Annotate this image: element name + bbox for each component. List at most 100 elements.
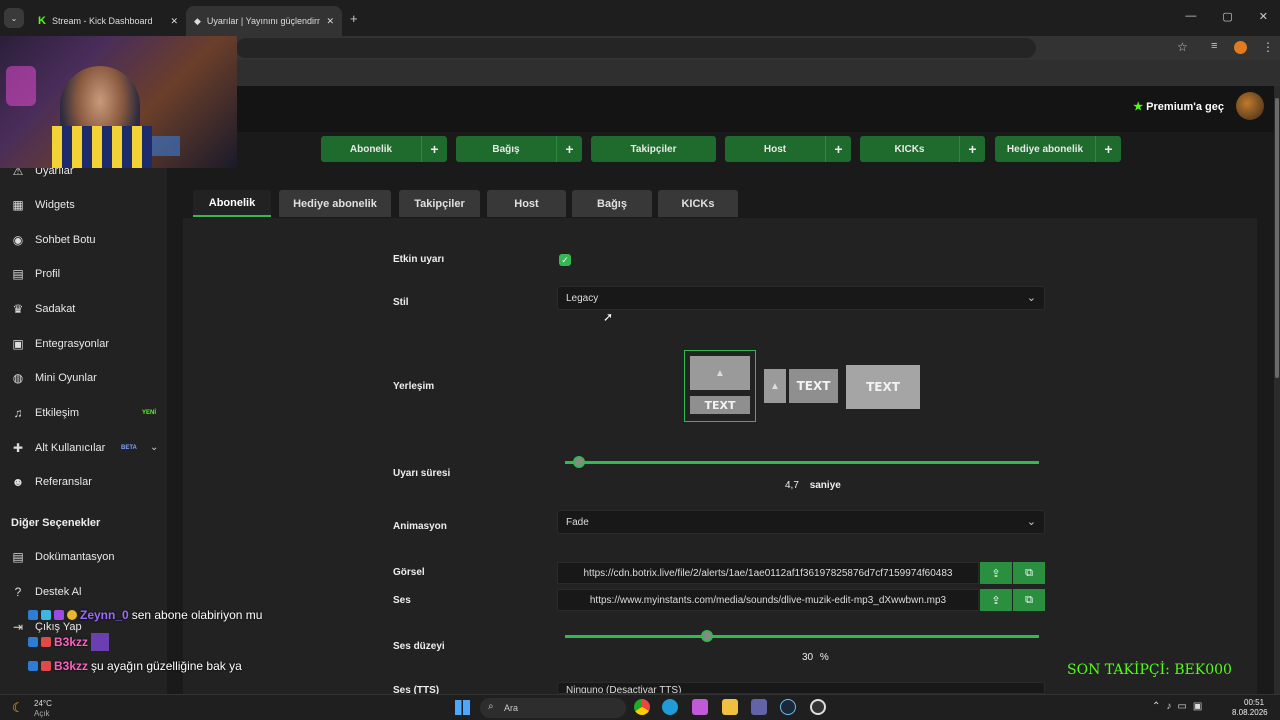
quick-label: KICKs (894, 143, 925, 155)
star-icon[interactable]: ☆ (1177, 40, 1188, 54)
library-button[interactable]: ⧉ (1013, 589, 1045, 611)
chevron-down-icon[interactable]: ⌄ (150, 442, 158, 453)
quick-add-takipciler[interactable]: Takipçiler (591, 136, 716, 162)
weather-text: Açık (34, 709, 50, 718)
close-icon[interactable]: ✕ (170, 16, 178, 27)
image-url-input[interactable]: https://cdn.botrix.live/file/2/alerts/1a… (557, 562, 979, 584)
sound-label: Ses (393, 595, 411, 606)
duration-readout: 4,7 saniye (785, 480, 841, 491)
sidebar-item-sohbet-botu[interactable]: ◉ Sohbet Botu (11, 230, 96, 250)
teams-icon[interactable] (751, 699, 767, 715)
sidebar-item-referanslar[interactable]: ☻ Referanslar (11, 472, 92, 492)
tab-abonelik[interactable]: Abonelik (193, 190, 271, 217)
tab-title: Stream - Kick Dashboard (51, 16, 153, 26)
tab-list-button[interactable]: ⌄ (4, 8, 24, 28)
quick-add-bagis[interactable]: Bağış + (456, 136, 582, 162)
maximize-button[interactable]: ▢ (1222, 10, 1232, 23)
gamepad-icon: ◍ (12, 371, 24, 385)
sidebar-item-widgets[interactable]: ▦ Widgets (11, 195, 74, 215)
duration-slider[interactable] (565, 461, 1039, 464)
tab-kicks[interactable]: KICKs (658, 190, 738, 217)
sidebar-item-label: Referanslar (35, 476, 92, 488)
plug-icon: ▣ (12, 337, 24, 351)
tab-bagis[interactable]: Bağış (572, 190, 652, 217)
image-icon: ▲ (764, 369, 786, 403)
browser-tab-kick[interactable]: K Stream - Kick Dashboard ✕ (30, 6, 186, 36)
sidebar-item-entegrasyonlar[interactable]: ▣ Entegrasyonlar (11, 334, 109, 354)
badge-icon (67, 610, 77, 620)
obs-icon[interactable] (810, 699, 826, 715)
profile-avatar[interactable] (1234, 41, 1247, 54)
window-controls: — ▢ ✕ (1185, 10, 1268, 23)
sidebar-item-dokumantasyon[interactable]: ▤ Dokümantasyon (11, 547, 115, 567)
layout-option-horizontal[interactable]: ▲ TEXT (764, 368, 838, 404)
tab-takipciler[interactable]: Takipçiler (399, 190, 480, 217)
close-window-button[interactable]: ✕ (1259, 10, 1268, 23)
logout-icon: ⇥ (12, 620, 24, 634)
windows-start-icon[interactable] (455, 700, 470, 715)
clock-date[interactable]: 8.08.2026 (1232, 708, 1268, 717)
layout-option-overlay[interactable]: TEXT (846, 365, 920, 409)
sidebar-item-alt-kullanicilar[interactable]: ✚ Alt Kullanıcılar (11, 438, 105, 458)
close-icon[interactable]: ✕ (326, 16, 334, 27)
weather-icon: ☾ (12, 700, 24, 715)
tray-icons[interactable]: ⌃♪▭▣ (1152, 701, 1208, 712)
minimize-button[interactable]: — (1185, 10, 1196, 23)
new-tab-button[interactable]: + (350, 11, 358, 26)
chat-username: B3kzz (54, 659, 89, 673)
sidebar-item-destek[interactable]: ? Destek Al (11, 582, 82, 602)
duration-label: Uyarı süresi (393, 468, 451, 479)
edge-icon[interactable] (662, 699, 678, 715)
last-follower-overlay: SON TAKİPÇİ: BEK000 (1067, 662, 1232, 678)
layout-option-vertical[interactable]: ▲ TEXT (684, 350, 756, 422)
tab-hediye-abonelik[interactable]: Hediye abonelik (279, 190, 391, 217)
search-placeholder: Ara (504, 703, 519, 713)
sidebar-item-sadakat[interactable]: ♛ Sadakat (11, 299, 76, 319)
grid-icon: ▦ (12, 198, 24, 212)
chrome-icon[interactable] (634, 699, 650, 715)
doc-icon: ▤ (12, 550, 24, 564)
scrollbar-thumb[interactable] (1275, 98, 1279, 378)
premium-link[interactable]: ★ Premium'a geç (1133, 100, 1224, 113)
tts-select[interactable]: Ninguno (Desactivar TTS) (557, 682, 1045, 694)
clock-time[interactable]: 00:51 (1244, 698, 1264, 707)
taskbar-search[interactable]: ⌕ Ara (480, 698, 626, 718)
style-select[interactable]: Legacy ⌄ (557, 286, 1045, 310)
sidebar-item-etkilesim[interactable]: ♫ Etkileşim (11, 403, 80, 423)
explorer-icon[interactable] (722, 699, 738, 715)
sidebar-item-label: Etkileşim (35, 407, 80, 419)
browser-tab-botrix[interactable]: ◆ Uyarılar | Yayınını güçlendirmek ✕ (186, 6, 342, 36)
image-label: Görsel (393, 567, 425, 578)
emote-icon (91, 633, 110, 651)
layout-text: TEXT (846, 365, 920, 409)
quick-add-abonelik[interactable]: Abonelik + (321, 136, 447, 162)
copilot-icon[interactable] (692, 699, 708, 715)
upload-button[interactable]: ⇪ (980, 589, 1012, 611)
menu-icon[interactable]: ⋮ (1262, 40, 1274, 54)
tab-host[interactable]: Host (487, 190, 566, 217)
sidebar-item-label: Mini Oyunlar (35, 372, 97, 384)
page-scrollbar[interactable] (1274, 86, 1280, 694)
quick-label: Host (763, 143, 787, 155)
upload-button[interactable]: ⇪ (980, 562, 1012, 584)
sidebar-item-profil[interactable]: ▤ Profil (11, 264, 60, 284)
media-icon[interactable]: ≡ (1211, 40, 1217, 52)
quick-add-kicks[interactable]: KICKs + (860, 136, 985, 162)
new-badge: YENİ (142, 410, 157, 416)
sidebar-item-label: Dokümantasyon (35, 551, 115, 563)
animation-select[interactable]: Fade ⌄ (557, 510, 1045, 534)
address-bar[interactable] (236, 38, 1036, 58)
help-icon: ? (14, 585, 22, 599)
sidebar-item-mini-oyunlar[interactable]: ◍ Mini Oyunlar (11, 368, 97, 388)
user-avatar[interactable] (1236, 92, 1264, 120)
premium-label: Premium'a geç (1146, 101, 1224, 113)
steam-icon[interactable] (780, 699, 796, 715)
sound-url-input[interactable]: https://www.myinstants.com/media/sounds/… (557, 589, 979, 611)
quick-add-hediye[interactable]: Hediye abonelik + (995, 136, 1121, 162)
library-button[interactable]: ⧉ (1013, 562, 1045, 584)
enabled-checkbox[interactable]: ✓ (559, 254, 571, 266)
taskbar: ☾ 24°C Açık ⌕ Ara ⌃♪▭▣ 00:51 8.08.2026 (0, 694, 1280, 720)
tts-value: Ninguno (Desactivar TTS) (566, 685, 682, 694)
quick-add-host[interactable]: Host + (725, 136, 851, 162)
volume-slider[interactable] (565, 635, 1039, 638)
